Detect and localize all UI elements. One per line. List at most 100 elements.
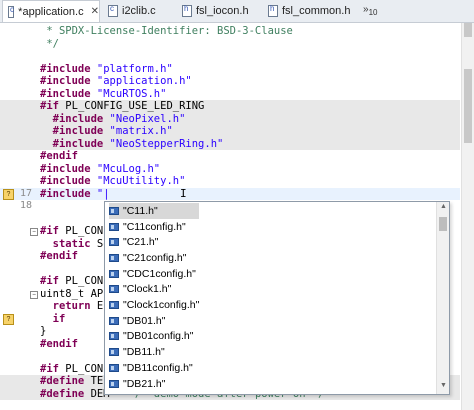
tab-fsl-iocon-h[interactable]: fsl_iocon.h xyxy=(182,0,249,22)
completion-item-label: "DB11config.h" xyxy=(123,361,193,374)
header-file-icon xyxy=(109,222,119,231)
completion-item[interactable]: "DB21.h" xyxy=(109,376,165,392)
tab-label: *application.c xyxy=(18,5,84,18)
code-token: "application.h" xyxy=(96,75,192,87)
code-token: static xyxy=(40,237,97,250)
code-token: #if xyxy=(40,225,66,237)
code-token: "McuUtility.h" xyxy=(96,175,186,187)
completion-item-label: "DB11.h" xyxy=(123,346,165,359)
completion-item[interactable]: "C11config.h" xyxy=(109,219,186,235)
code-line[interactable]: #if PL_CONFIG_USE_LED_RING xyxy=(0,100,460,113)
h-file-icon xyxy=(268,4,278,17)
code-token: uint8_t APP xyxy=(40,287,110,300)
code-token: #define xyxy=(40,387,91,400)
popup-scrollbar-thumb[interactable] xyxy=(439,217,447,231)
code-line[interactable] xyxy=(0,50,460,63)
code-token: "NeoStepperRing.h" xyxy=(109,137,224,150)
code-line[interactable]: #include "NeoStepperRing.h" xyxy=(0,137,460,150)
warning-marker-icon[interactable]: ? xyxy=(3,188,14,200)
code-text: #include "McuLog.h" xyxy=(40,163,160,176)
code-token: #include xyxy=(40,125,110,137)
completion-item-label: "C21config.h" xyxy=(123,251,187,264)
code-line[interactable]: #include "NeoPixel.h" xyxy=(0,112,460,126)
code-token: #if xyxy=(40,100,66,112)
completion-item-label: "Clock1config.h" xyxy=(123,299,200,312)
code-token: #endif xyxy=(40,250,78,262)
code-token: #endif xyxy=(40,150,78,162)
code-line[interactable]: #include "application.h" xyxy=(0,75,460,88)
completion-item[interactable]: "DB01config.h" xyxy=(109,329,194,345)
close-icon[interactable]: ✕ xyxy=(91,6,99,17)
header-file-icon xyxy=(109,285,119,294)
completion-item[interactable]: "C21config.h" xyxy=(109,250,187,266)
code-text: #include "McuRTOS.h" xyxy=(40,88,166,101)
completion-item[interactable]: "CDC1config.h" xyxy=(109,266,196,282)
code-line[interactable]: */ xyxy=(0,38,460,51)
tab-application-c[interactable]: *application.c ✕ xyxy=(2,0,100,22)
code-line[interactable]: #include "McuLog.h" xyxy=(0,163,460,176)
code-token: #include xyxy=(40,112,110,125)
code-line[interactable]: #include "McuUtility.h" xyxy=(0,175,460,188)
tab-label: fsl_common.h xyxy=(282,5,351,17)
code-token: #include xyxy=(40,62,97,75)
c-file-icon xyxy=(108,4,118,17)
code-token: "NeoPixel.h" xyxy=(109,112,186,125)
scrollbar-thumb[interactable] xyxy=(464,23,472,37)
code-token: "McuLog.h" xyxy=(96,162,161,175)
code-token: */ xyxy=(40,37,59,50)
code-text: uint8_t APP xyxy=(40,288,110,301)
completion-item[interactable]: "Clock1.h" xyxy=(109,282,171,298)
code-token: "matrix.h" xyxy=(109,125,173,137)
completion-item[interactable]: "DB01.h" xyxy=(109,313,165,329)
text-cursor-icon: I xyxy=(180,187,187,200)
code-token: "| xyxy=(96,187,110,200)
tab-overflow-button[interactable]: »10 xyxy=(363,4,377,17)
completion-item[interactable]: "DB11config.h" xyxy=(109,360,193,376)
code-token: #if xyxy=(40,362,66,375)
completion-item[interactable]: "C11.h" xyxy=(109,203,199,219)
completion-item[interactable]: "DB11.h" xyxy=(109,344,165,360)
code-line[interactable]: * SPDX-License-Identifier: BSD-3-Clause xyxy=(0,25,460,38)
code-token: #include xyxy=(40,187,97,200)
completion-item[interactable]: "C21.h" xyxy=(109,234,158,250)
code-token: #include xyxy=(40,162,97,175)
code-line[interactable]: #include "McuRTOS.h" xyxy=(0,88,460,101)
completion-item-label: "CDC1config.h" xyxy=(123,267,196,280)
code-text: #endif xyxy=(40,150,78,163)
code-text: #include "platform.h" xyxy=(40,63,173,76)
scroll-down-icon[interactable]: ▼ xyxy=(440,382,447,389)
tab-i2clib-c[interactable]: i2clib.c xyxy=(108,0,156,22)
content-assist-popup[interactable]: ▲ ▼ "C11.h" "C11config.h" "C21.h" "C21confi… xyxy=(104,201,450,395)
code-line[interactable]: #include "matrix.h" xyxy=(0,125,460,138)
code-text: * SPDX-License-Identifier: BSD-3-Clause xyxy=(40,25,293,38)
completion-item-label: "C11config.h" xyxy=(123,220,186,233)
code-line[interactable]: ? 17 #include "| xyxy=(0,187,460,200)
h-file-icon xyxy=(182,4,192,17)
completion-item[interactable]: "Clock1config.h" xyxy=(109,297,199,313)
editor-tab-bar: *application.c ✕ i2clib.c fsl_iocon.h fs… xyxy=(0,0,474,23)
code-token: #include xyxy=(40,137,110,150)
editor-vertical-scrollbar[interactable] xyxy=(461,23,474,410)
fold-toggle-icon[interactable]: − xyxy=(30,228,38,236)
code-text: #endif xyxy=(40,250,78,263)
scrollbar-overview-marker xyxy=(464,69,472,143)
code-token: #include xyxy=(40,87,97,100)
code-text: #if PL_CONFIG_USE_LED_RING xyxy=(40,100,204,113)
header-file-icon xyxy=(109,363,119,372)
scroll-up-icon[interactable]: ▲ xyxy=(440,203,447,210)
tab-label: i2clib.c xyxy=(122,5,156,17)
tab-fsl-common-h[interactable]: fsl_common.h xyxy=(268,0,350,22)
code-text: #include "NeoPixel.h" xyxy=(40,112,186,126)
code-text: } xyxy=(40,325,46,338)
code-token: #include xyxy=(40,75,97,87)
header-file-icon xyxy=(109,332,119,341)
code-token: #define xyxy=(40,375,91,387)
completion-item-label: "DB01config.h" xyxy=(123,330,194,343)
header-file-icon xyxy=(109,348,119,357)
warning-marker-icon[interactable]: ? xyxy=(3,313,14,325)
code-line[interactable]: #include "platform.h" xyxy=(0,63,460,76)
popup-scrollbar[interactable]: ▲ ▼ xyxy=(436,202,449,394)
code-token: #endif xyxy=(40,337,78,350)
code-line[interactable]: #endif xyxy=(0,150,460,163)
fold-toggle-icon[interactable]: − xyxy=(30,290,38,299)
